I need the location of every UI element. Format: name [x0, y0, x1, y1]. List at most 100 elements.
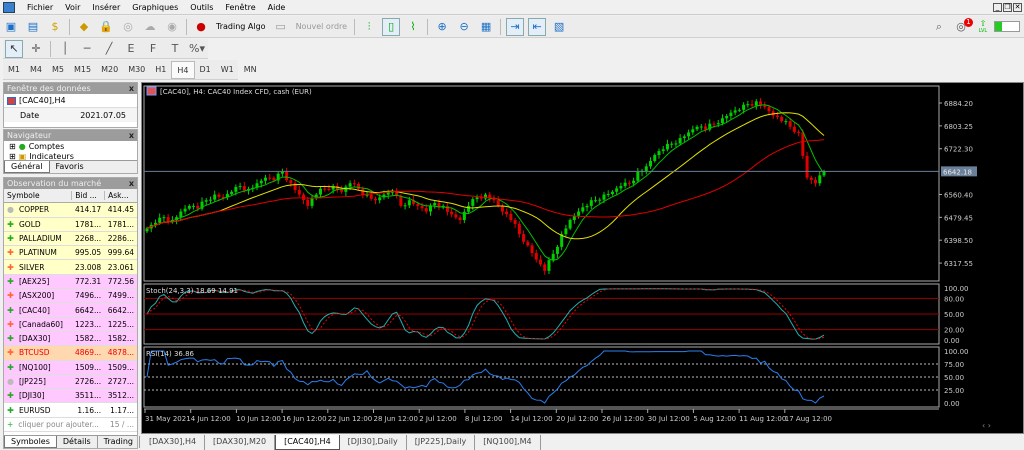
- market-watch-icon[interactable]: $: [46, 18, 64, 36]
- level-icon[interactable]: ⇧ LVL: [974, 18, 992, 36]
- market-watch-row[interactable]: ✚ GOLD 1781... 1781...: [4, 217, 137, 232]
- close-icon[interactable]: x: [129, 130, 134, 141]
- date-value: 2021.07.05: [80, 110, 126, 120]
- bar-chart-icon[interactable]: ⫶: [360, 18, 378, 36]
- text-icon[interactable]: T: [166, 40, 184, 58]
- bid-value: 1.16...: [77, 405, 102, 415]
- trading-algo-button[interactable]: Trading Algo: [216, 22, 266, 31]
- vps-icon[interactable]: ☁: [141, 18, 159, 36]
- time-tick-label: 2 Jul 12:00: [419, 415, 457, 423]
- chart-tab[interactable]: [DAX30],H4: [141, 435, 206, 450]
- market-watch-row[interactable]: ✚ [Canada60] 1223... 1225...: [4, 317, 137, 332]
- timeframe-w1[interactable]: W1: [216, 61, 239, 79]
- menu-aide[interactable]: Aide: [268, 3, 286, 12]
- market-watch-row[interactable]: ✚ BTCUSD 4869... 4878...: [4, 346, 137, 361]
- ask-value: 1225...: [107, 319, 134, 329]
- market-watch-row[interactable]: ● [JP225] 2726... 2727...: [4, 374, 137, 390]
- menu-inserer[interactable]: Insérer: [92, 3, 120, 12]
- menu-outils[interactable]: Outils: [190, 3, 213, 12]
- timeframe-m1[interactable]: M1: [3, 61, 25, 79]
- timeframe-m30[interactable]: M30: [123, 61, 150, 79]
- market-watch-row[interactable]: ✚ EURUSD 1.16... 1.17...: [4, 403, 137, 418]
- column-header-bid[interactable]: Bid ...: [71, 191, 104, 201]
- vertical-line-icon[interactable]: │: [56, 40, 74, 58]
- timeframe-m4[interactable]: M4: [25, 61, 47, 79]
- timeframe-h4[interactable]: H4: [171, 60, 195, 79]
- tab-symboles[interactable]: Symboles: [4, 436, 57, 448]
- radio-icon[interactable]: ◉: [163, 18, 181, 36]
- fibonacci-icon[interactable]: F: [144, 40, 162, 58]
- menu-graphiques[interactable]: Graphiques: [132, 3, 178, 12]
- chart-canvas[interactable]: 6884.20 6803.25 6722.30 6560.40 6479.45 6398.…: [142, 83, 1024, 435]
- line-chart-icon[interactable]: ⌇: [404, 18, 422, 36]
- market-watch-row[interactable]: ✚ [AEX25] 772.31 772.56: [4, 274, 137, 290]
- chart-window[interactable]: 6884.20 6803.25 6722.30 6560.40 6479.45 6398.…: [141, 82, 1024, 434]
- timeframe-d1[interactable]: D1: [195, 61, 216, 79]
- timeframe-m15[interactable]: M15: [69, 61, 96, 79]
- market-watch-row[interactable]: ✚ SILVER 23.008 23.061: [4, 260, 137, 275]
- timeframe-m20[interactable]: M20: [96, 61, 123, 79]
- close-button[interactable]: ✕: [1013, 3, 1022, 12]
- cursor-icon[interactable]: ↖: [5, 39, 23, 58]
- candle-body: [348, 183, 352, 187]
- search-icon[interactable]: ⌕: [930, 18, 948, 36]
- timeframe-h1[interactable]: H1: [150, 61, 171, 79]
- chart-tab[interactable]: [CAC40],H4: [275, 435, 340, 450]
- menu-fichier[interactable]: Fichier: [27, 3, 53, 12]
- market-watch-row[interactable]: ✚ [ASX200] 7496... 7499...: [4, 289, 137, 304]
- timeframe-m5[interactable]: M5: [47, 61, 69, 79]
- candle-body: [539, 259, 543, 265]
- market-watch-row[interactable]: ✚ [CAC40] 6642... 6642...: [4, 303, 137, 318]
- trading-algo-icon[interactable]: ●: [192, 18, 210, 36]
- new-order-button[interactable]: Nouvel ordre: [296, 22, 348, 31]
- candlestick-chart-icon[interactable]: ▯: [382, 17, 401, 36]
- chart-tab[interactable]: [NQ100],M4: [475, 435, 541, 450]
- menu-voir[interactable]: Voir: [65, 3, 80, 12]
- elliott-icon[interactable]: E: [122, 40, 140, 58]
- signals-icon[interactable]: ◆: [75, 18, 93, 36]
- crosshair-icon[interactable]: ✛: [27, 40, 45, 58]
- candle-body: [682, 136, 686, 139]
- data-window-symbol: [CAC40],H4: [19, 96, 66, 105]
- zoom-out-icon[interactable]: ⊖: [455, 18, 473, 36]
- market-watch-row[interactable]: ● COPPER 414.17 414.45: [4, 203, 137, 218]
- chart-tab[interactable]: [DAX30],M20: [205, 435, 276, 450]
- data-window: Fenêtre des données x [CAC40],H4 Date 2021…: [3, 82, 138, 128]
- autoscroll-icon[interactable]: ⇥: [506, 17, 525, 36]
- tile-windows-icon[interactable]: ▦: [477, 18, 495, 36]
- lock-icon[interactable]: 🔒: [97, 18, 115, 36]
- close-icon[interactable]: x: [129, 83, 134, 94]
- profiles-icon[interactable]: ▤: [24, 18, 42, 36]
- new-chart-icon[interactable]: ▣: [2, 18, 20, 36]
- chart-shift-icon[interactable]: ⇤: [528, 17, 547, 36]
- trendline-icon[interactable]: ╱: [100, 40, 118, 58]
- minimize-button[interactable]: _: [993, 3, 1002, 12]
- market-watch-row[interactable]: ✚ PALLADIUM 2268... 2286...: [4, 231, 137, 247]
- tab-details[interactable]: Détails: [57, 436, 98, 448]
- add-symbol-row[interactable]: + cliquer pour ajouter... 15 / ...: [4, 418, 137, 433]
- signal-broadcast-icon[interactable]: ◎: [119, 18, 137, 36]
- market-watch-row[interactable]: ✚ [DJI30] 3511... 3512...: [4, 389, 137, 404]
- market-watch-row[interactable]: ✚ [NQ100] 1509... 1509...: [4, 360, 137, 375]
- column-header-symbol[interactable]: Symbole: [4, 191, 71, 200]
- restore-button[interactable]: ❐: [1003, 3, 1012, 12]
- tab-general[interactable]: Général: [4, 161, 50, 173]
- templates-icon[interactable]: ▧: [550, 18, 568, 36]
- nav-item-indicateurs[interactable]: ⊞ ▣ Indicateurs: [4, 152, 137, 160]
- chart-tab[interactable]: [DJI30],Daily: [340, 435, 407, 450]
- close-icon[interactable]: x: [129, 178, 134, 189]
- market-watch-row[interactable]: ✚ [DAX30] 1582... 1582...: [4, 331, 137, 347]
- tab-trading[interactable]: Trading: [98, 436, 140, 448]
- menu-fenetre[interactable]: Fenêtre: [225, 3, 255, 12]
- chart-tab[interactable]: [JP225],Daily: [407, 435, 476, 450]
- notifications-icon[interactable]: ◎ 1: [952, 17, 973, 36]
- column-header-ask[interactable]: Ask...: [104, 191, 137, 201]
- market-watch-row[interactable]: ✚ PLATINUM 995.05 999.64: [4, 246, 137, 261]
- zoom-in-icon[interactable]: ⊕: [433, 18, 451, 36]
- horizontal-line-icon[interactable]: ─: [78, 40, 96, 58]
- timeframe-mn[interactable]: MN: [239, 61, 262, 79]
- new-order-icon[interactable]: ▭: [272, 18, 290, 36]
- tab-favoris[interactable]: Favoris: [50, 161, 90, 173]
- shapes-menu-icon[interactable]: %▾: [188, 40, 206, 58]
- nav-item-comptes[interactable]: ⊞ ● Comptes: [4, 141, 137, 152]
